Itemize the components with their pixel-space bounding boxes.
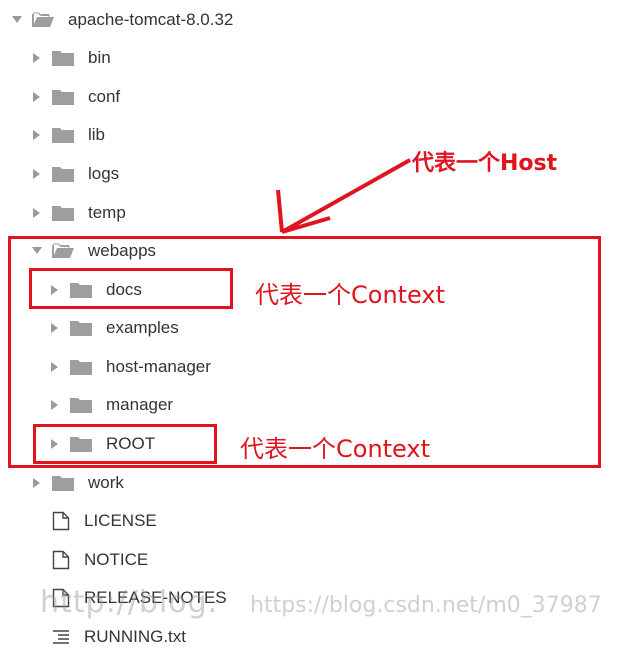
watermark-url: https://blog.csdn.net/m0_37987 xyxy=(250,593,602,618)
annotation-context-root: 代表一个Context xyxy=(240,435,431,463)
watermark-text: http://blog. xyxy=(40,585,219,620)
annotation-arrow xyxy=(276,158,411,234)
annotation-host: 代表一个Host xyxy=(412,151,558,176)
annotation-context-docs: 代表一个Context xyxy=(255,281,446,309)
